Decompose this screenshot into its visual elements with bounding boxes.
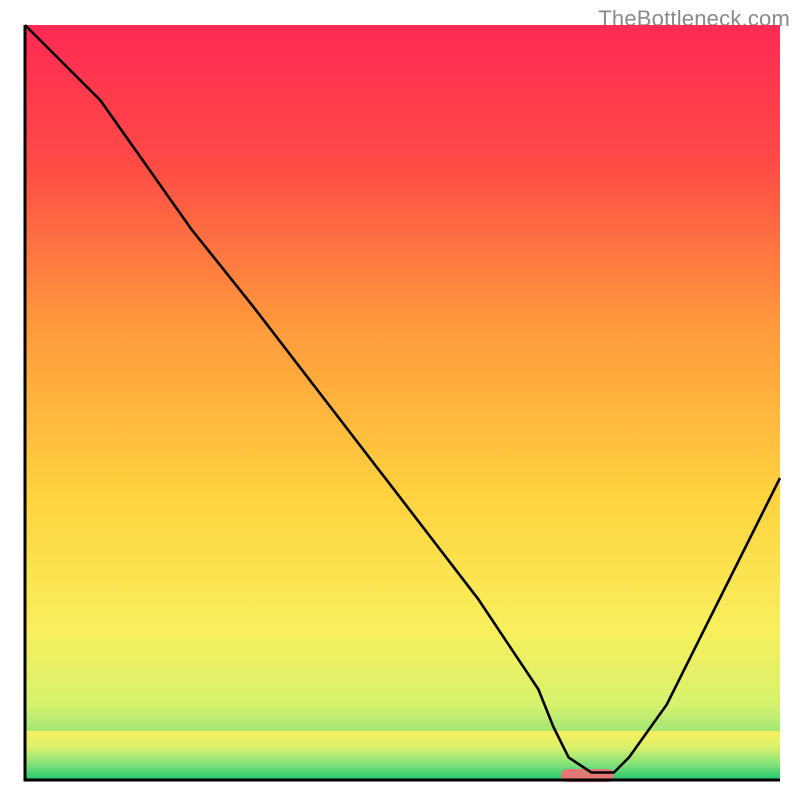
chart-container: TheBottleneck.com [0, 0, 800, 800]
plot-footer-band [25, 731, 780, 780]
plot-gradient-fill [25, 25, 780, 780]
bottleneck-chart [0, 0, 800, 800]
